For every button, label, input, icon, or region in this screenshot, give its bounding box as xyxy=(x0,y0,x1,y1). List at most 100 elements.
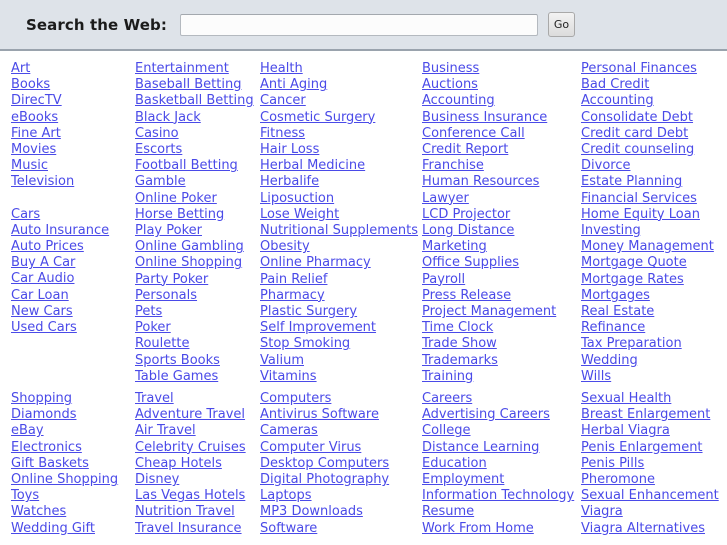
link-gift-baskets[interactable]: Gift Baskets xyxy=(11,456,131,472)
link-buy-a-car[interactable]: Buy A Car xyxy=(11,255,131,271)
link-mortgages[interactable]: Mortgages xyxy=(581,288,727,304)
link-escorts[interactable]: Escorts xyxy=(135,142,257,158)
link-project-management[interactable]: Project Management xyxy=(422,304,578,320)
link-auctions[interactable]: Auctions xyxy=(422,77,578,93)
link-distance-learning[interactable]: Distance Learning xyxy=(422,440,578,456)
link-television[interactable]: Television xyxy=(11,174,131,190)
link-liposuction[interactable]: Liposuction xyxy=(260,191,420,207)
link-pets[interactable]: Pets xyxy=(135,304,257,320)
link-football-betting[interactable]: Football Betting xyxy=(135,158,257,174)
link-personal-finances[interactable]: Personal Finances xyxy=(581,61,727,77)
link-personals[interactable]: Personals xyxy=(135,288,257,304)
link-gamble[interactable]: Gamble xyxy=(135,174,257,190)
link-herbal-viagra[interactable]: Herbal Viagra xyxy=(581,423,727,439)
search-input[interactable] xyxy=(179,13,538,36)
link-fitness[interactable]: Fitness xyxy=(260,126,420,142)
link-lose-weight[interactable]: Lose Weight xyxy=(260,207,420,223)
link-lawyer[interactable]: Lawyer xyxy=(422,191,578,207)
link-cosmetic-surgery[interactable]: Cosmetic Surgery xyxy=(260,110,420,126)
link-black-jack[interactable]: Black Jack xyxy=(135,110,257,126)
link-bad-credit[interactable]: Bad Credit xyxy=(581,77,727,93)
link-wedding-gift[interactable]: Wedding Gift xyxy=(11,521,131,537)
link-accounting[interactable]: Accounting xyxy=(581,93,727,109)
link-herbalife[interactable]: Herbalife xyxy=(260,174,420,190)
link-software[interactable]: Software xyxy=(260,521,420,537)
link-education[interactable]: Education xyxy=(422,456,578,472)
link-online-pharmacy[interactable]: Online Pharmacy xyxy=(260,255,420,271)
link-computer-virus[interactable]: Computer Virus xyxy=(260,440,420,456)
link-toys[interactable]: Toys xyxy=(11,488,131,504)
link-sexual-health[interactable]: Sexual Health xyxy=(581,391,727,407)
link-viagra[interactable]: Viagra xyxy=(581,504,727,520)
link-viagra-alternatives[interactable]: Viagra Alternatives xyxy=(581,521,727,537)
link-car-audio[interactable]: Car Audio xyxy=(11,271,131,287)
link-nutritional-supplements[interactable]: Nutritional Supplements xyxy=(260,223,420,239)
link-refinance[interactable]: Refinance xyxy=(581,320,727,336)
link-herbal-medicine[interactable]: Herbal Medicine xyxy=(260,158,420,174)
link-information-technology[interactable]: Information Technology xyxy=(422,488,578,504)
link-diamonds[interactable]: Diamonds xyxy=(11,407,131,423)
link-computers[interactable]: Computers xyxy=(260,391,420,407)
link-basketball-betting[interactable]: Basketball Betting xyxy=(135,93,257,109)
link-directv[interactable]: DirecTV xyxy=(11,93,131,109)
link-training[interactable]: Training xyxy=(422,369,578,385)
link-used-cars[interactable]: Used Cars xyxy=(11,320,131,336)
link-investing[interactable]: Investing xyxy=(581,223,727,239)
link-money-management[interactable]: Money Management xyxy=(581,239,727,255)
link-ebooks[interactable]: eBooks xyxy=(11,110,131,126)
link-mortgage-rates[interactable]: Mortgage Rates xyxy=(581,272,727,288)
link-human-resources[interactable]: Human Resources xyxy=(422,174,578,190)
link-stop-smoking[interactable]: Stop Smoking xyxy=(260,336,420,352)
link-online-shopping[interactable]: Online Shopping xyxy=(135,255,257,271)
link-celebrity-cruises[interactable]: Celebrity Cruises xyxy=(135,440,257,456)
link-press-release[interactable]: Press Release xyxy=(422,288,578,304)
link-cameras[interactable]: Cameras xyxy=(260,423,420,439)
link-penis-pills[interactable]: Penis Pills xyxy=(581,456,727,472)
link-employment[interactable]: Employment xyxy=(422,472,578,488)
link-business-insurance[interactable]: Business Insurance xyxy=(422,110,578,126)
link-play-poker[interactable]: Play Poker xyxy=(135,223,257,239)
link-electronics[interactable]: Electronics xyxy=(11,440,131,456)
link-horse-betting[interactable]: Horse Betting xyxy=(135,207,257,223)
link-home-equity-loan[interactable]: Home Equity Loan xyxy=(581,207,727,223)
link-nutrition-travel[interactable]: Nutrition Travel xyxy=(135,504,257,520)
link-payroll[interactable]: Payroll xyxy=(422,272,578,288)
link-real-estate[interactable]: Real Estate xyxy=(581,304,727,320)
link-vitamins[interactable]: Vitamins xyxy=(260,369,420,385)
go-button[interactable]: Go xyxy=(547,12,575,37)
link-accounting[interactable]: Accounting xyxy=(422,93,578,109)
link-trade-show[interactable]: Trade Show xyxy=(422,336,578,352)
link-art[interactable]: Art xyxy=(11,61,131,77)
link-cancer[interactable]: Cancer xyxy=(260,93,420,109)
link-pain-relief[interactable]: Pain Relief xyxy=(260,272,420,288)
link-books[interactable]: Books xyxy=(11,77,131,93)
link-wedding[interactable]: Wedding xyxy=(581,353,727,369)
link-advertising-careers[interactable]: Advertising Careers xyxy=(422,407,578,423)
link-pheromone[interactable]: Pheromone xyxy=(581,472,727,488)
link-movies[interactable]: Movies xyxy=(11,142,131,158)
link-office-supplies[interactable]: Office Supplies xyxy=(422,255,578,271)
link-trademarks[interactable]: Trademarks xyxy=(422,353,578,369)
link-disney[interactable]: Disney xyxy=(135,472,257,488)
link-online-shopping[interactable]: Online Shopping xyxy=(11,472,131,488)
link-cheap-hotels[interactable]: Cheap Hotels xyxy=(135,456,257,472)
link-auto-insurance[interactable]: Auto Insurance xyxy=(11,223,131,239)
link-credit-card-debt[interactable]: Credit card Debt xyxy=(581,126,727,142)
link-car-loan[interactable]: Car Loan xyxy=(11,288,131,304)
link-entertainment[interactable]: Entertainment xyxy=(135,61,257,77)
link-hair-loss[interactable]: Hair Loss xyxy=(260,142,420,158)
link-air-travel[interactable]: Air Travel xyxy=(135,423,257,439)
link-resume[interactable]: Resume xyxy=(422,504,578,520)
link-credit-report[interactable]: Credit Report xyxy=(422,142,578,158)
link-health[interactable]: Health xyxy=(260,61,420,77)
link-business[interactable]: Business xyxy=(422,61,578,77)
link-watches[interactable]: Watches xyxy=(11,504,131,520)
link-travel[interactable]: Travel xyxy=(135,391,257,407)
link-anti-aging[interactable]: Anti Aging xyxy=(260,77,420,93)
link-poker[interactable]: Poker xyxy=(135,320,257,336)
link-marketing[interactable]: Marketing xyxy=(422,239,578,255)
link-online-gambling[interactable]: Online Gambling xyxy=(135,239,257,255)
link-shopping[interactable]: Shopping xyxy=(11,391,131,407)
link-estate-planning[interactable]: Estate Planning xyxy=(581,174,727,190)
link-antivirus-software[interactable]: Antivirus Software xyxy=(260,407,420,423)
